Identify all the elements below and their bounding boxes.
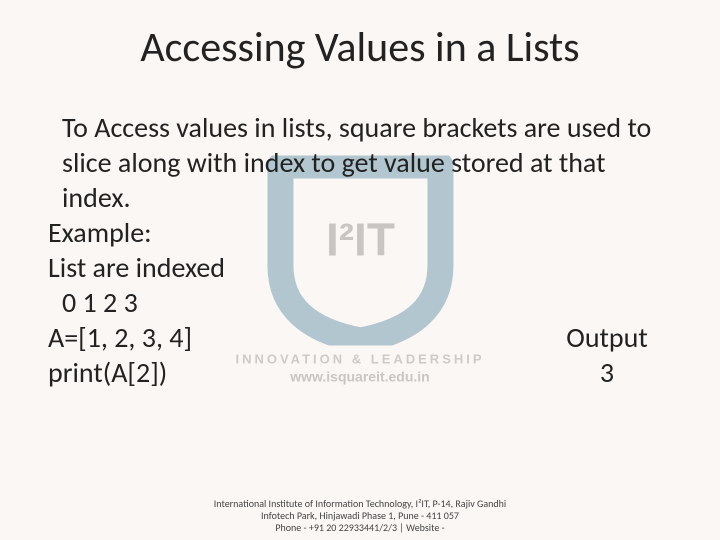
output-label: Output <box>542 320 672 355</box>
slide-title: Accessing Values in a Lists <box>0 22 720 73</box>
slide: I²IT INNOVATION & LEADERSHIP www.isquare… <box>0 0 720 540</box>
footer-line-1: International Institute of Information T… <box>214 497 506 522</box>
code-assignment: A=[1, 2, 3, 4] <box>48 320 192 355</box>
slide-footer: International Institute of Information T… <box>200 498 520 534</box>
paragraph-intro: To Access values in lists, square bracke… <box>62 110 672 215</box>
index-values: 0 1 2 3 <box>62 285 672 320</box>
code-print: print(A[2]) <box>48 355 167 390</box>
indexed-label: List are indexed <box>48 250 672 285</box>
slide-body: To Access values in lists, square bracke… <box>48 110 672 390</box>
footer-line-2: Phone - +91 20 22933441/2/3 | Website - <box>275 521 444 534</box>
output-value: 3 <box>542 355 672 390</box>
example-label: Example: <box>48 215 672 250</box>
